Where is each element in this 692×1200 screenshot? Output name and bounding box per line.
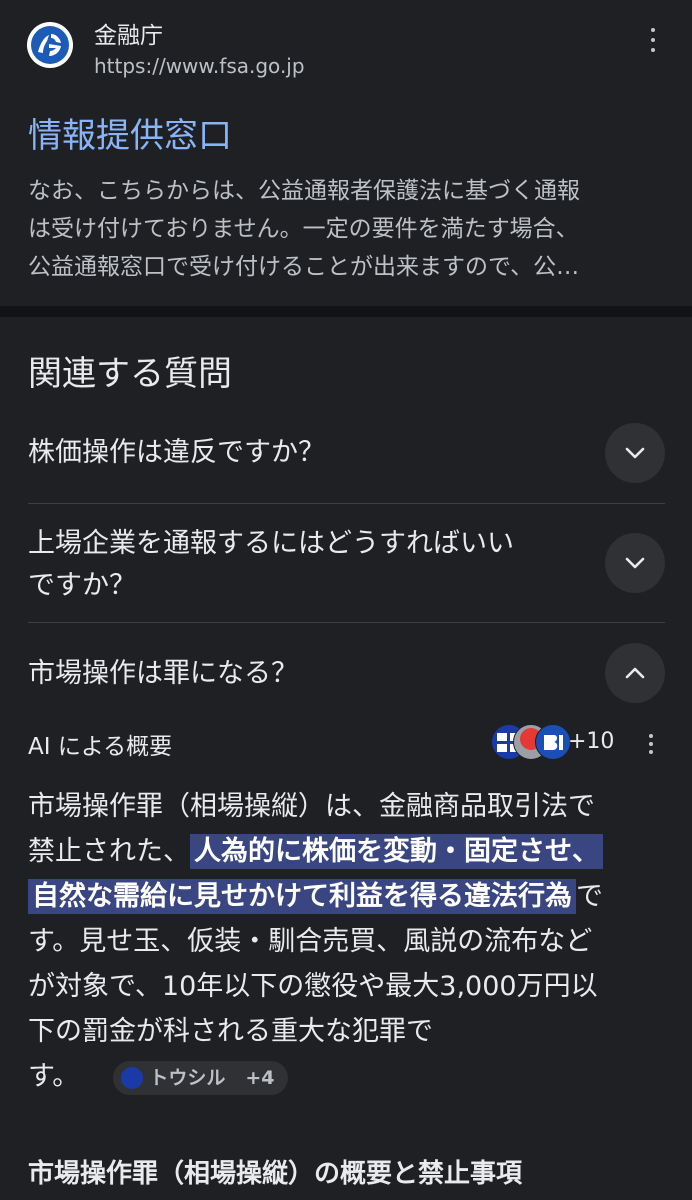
answer-line: 市場操作罪（相場操縦）は、金融商品取引法で xyxy=(28,791,595,822)
question-3-text[interactable]: 市場操作は罪になる？ xyxy=(28,653,298,695)
snippet-line: は受け付けておりません。一定の要件を満たす場合、 xyxy=(28,216,579,242)
answer-highlight: 人為的に株価を変動・固定させ、 xyxy=(190,834,603,869)
toushiru-icon xyxy=(121,1066,144,1089)
ai-overview-more-icon[interactable] xyxy=(639,734,663,754)
answer-text: 禁止された、 xyxy=(28,836,190,867)
result-snippet: なお、こちらからは、公益通報者保護法に基づく通報 は受け付けておりません。一定の… xyxy=(28,172,668,286)
question-divider xyxy=(28,622,665,623)
question-2-expand-button[interactable] xyxy=(605,533,665,593)
question-3-collapse-button[interactable] xyxy=(605,643,665,703)
site-url[interactable]: https://www.fsa.go.jp xyxy=(94,54,305,78)
result-more-options-icon[interactable] xyxy=(641,28,665,52)
citation-more-count: +4 xyxy=(245,1066,275,1089)
fsa-logo-icon xyxy=(27,22,73,68)
ai-subheading: 市場操作罪（相場操縦）の概要と禁止事項 xyxy=(28,1159,523,1189)
ai-source-count[interactable]: +10 xyxy=(568,729,614,754)
citation-chip[interactable]: トウシル +4 xyxy=(113,1060,289,1095)
ai-sources-button[interactable] xyxy=(491,724,571,760)
chevron-down-icon xyxy=(625,447,645,459)
answer-line: 自然な需給に見せかけて利益を得る違法行為で xyxy=(28,874,668,919)
ai-overview-label: AI による概要 xyxy=(28,734,173,760)
question-line: 市場操作は罪になる？ xyxy=(28,658,298,689)
result-title-link[interactable]: 情報提供窓口 xyxy=(28,108,232,157)
answer-line: が対象で、10年以下の懲役や最大3,000万円以 xyxy=(28,971,598,1002)
question-divider xyxy=(28,503,665,504)
answer-line: 下の罰金が科される重大な犯罪で xyxy=(28,1016,433,1047)
snippet-line: 公益通報窓口で受け付けることが出来ますので、公… xyxy=(28,254,580,280)
question-line: 上場企業を通報するにはどうすればいい xyxy=(28,528,514,559)
search-result-card: 金融庁 https://www.fsa.go.jp 情報提供窓口 なお、こちらか… xyxy=(0,0,692,306)
section-separator xyxy=(0,306,692,317)
answer-text: で xyxy=(576,881,603,912)
answer-line: 禁止された、 人為的に株価を変動・固定させ、 xyxy=(28,829,668,874)
answer-text: す。 xyxy=(28,1061,80,1092)
question-line: ですか？ xyxy=(28,570,136,601)
related-questions-heading: 関連する質問 xyxy=(28,354,232,394)
answer-line: す。 トウシル +4 xyxy=(28,1054,668,1099)
question-line: 株価操作は違反ですか？ xyxy=(28,437,325,468)
citation-source: トウシル xyxy=(149,1066,226,1089)
ai-answer-text: 市場操作罪（相場操縦）は、金融商品取引法で 禁止された、 人為的に株価を変動・固定… xyxy=(28,784,668,1099)
snippet-line: なお、こちらからは、公益通報者保護法に基づく通報 xyxy=(28,178,580,204)
answer-line: す。見せ玉、仮装・馴合売買、風説の流布など xyxy=(28,926,593,957)
chevron-down-icon xyxy=(625,557,645,569)
search-results-page: 金融庁 https://www.fsa.go.jp 情報提供窓口 なお、こちらか… xyxy=(0,0,692,1200)
chevron-up-icon xyxy=(625,667,645,679)
question-1-expand-button[interactable] xyxy=(605,423,665,483)
question-2-text[interactable]: 上場企業を通報するにはどうすればいい ですか？ xyxy=(28,523,514,607)
question-1-text[interactable]: 株価操作は違反ですか？ xyxy=(28,432,325,474)
bi-icon xyxy=(535,724,571,760)
site-name[interactable]: 金融庁 xyxy=(94,16,163,50)
answer-highlight: 自然な需給に見せかけて利益を得る違法行為 xyxy=(28,879,576,914)
